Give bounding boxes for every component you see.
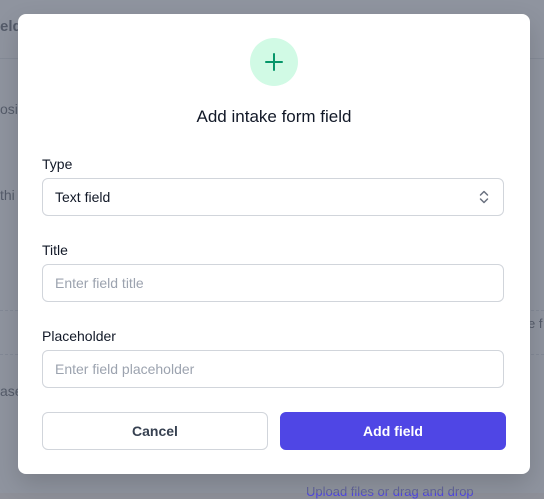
type-select[interactable]: Text field [42,178,504,216]
type-label: Type [42,156,73,172]
field-placeholder-input[interactable] [42,350,504,388]
placeholder-label: Placeholder [42,328,116,344]
field-title-input[interactable] [42,264,504,302]
modal-title: Add intake form field [196,107,352,126]
plus-icon [250,38,298,86]
add-field-modal: Add intake form field Type Text field Ti… [18,14,530,474]
title-label: Title [42,242,68,258]
chevron-up-down-icon [477,188,491,209]
add-field-button[interactable]: Add field [280,412,506,450]
cancel-button[interactable]: Cancel [42,412,268,450]
type-select-value: Text field [55,189,111,205]
